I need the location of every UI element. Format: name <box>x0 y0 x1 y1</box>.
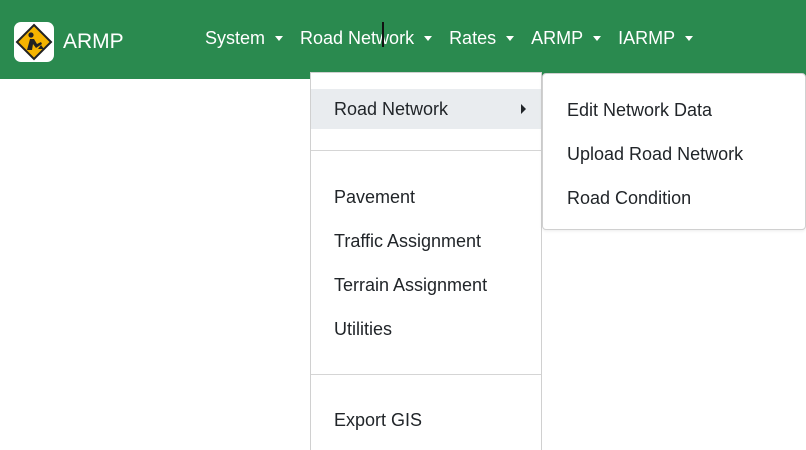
dropdown-item-label: Terrain Assignment <box>334 275 488 295</box>
nav-system-label: System <box>205 28 266 48</box>
brand-name: ARMP <box>63 30 124 53</box>
nav-road-network-label: Road Network <box>300 28 415 48</box>
top-navbar: ARMP System Road Network Rates ARMP IARM… <box>0 0 806 79</box>
nav-iarmp-label: IARMP <box>618 28 676 48</box>
caret-down-icon <box>275 36 284 41</box>
dropdown-item-pavement[interactable]: Pavement <box>311 177 541 217</box>
dropdown-item-label: Traffic Assignment <box>334 231 482 251</box>
dropdown-item-road-network[interactable]: Road Network <box>311 89 541 129</box>
nav-system[interactable]: System <box>205 28 284 49</box>
dropdown-item-export-gis[interactable]: Export GIS <box>311 400 541 440</box>
dropdown-divider <box>311 374 541 375</box>
submenu-item-road-condition[interactable]: Road Condition <box>543 178 805 218</box>
submenu-item-label: Upload Road Network <box>567 144 744 164</box>
submenu-item-edit-network-data[interactable]: Edit Network Data <box>543 90 805 130</box>
caret-down-icon <box>685 36 694 41</box>
nav-rates-label: Rates <box>449 28 497 48</box>
dropdown-item-traffic-assignment[interactable]: Traffic Assignment <box>311 221 541 261</box>
main-nav: System Road Network Rates ARMP IARMP <box>205 28 710 49</box>
submenu-item-label: Edit Network Data <box>567 100 713 120</box>
caret-right-icon <box>521 104 526 114</box>
submenu-item-upload-road-network[interactable]: Upload Road Network <box>543 134 805 174</box>
submenu-item-label: Road Condition <box>567 188 692 208</box>
dropdown-item-label: Road Network <box>334 99 449 119</box>
dropdown-divider <box>311 150 541 151</box>
road-network-submenu: Edit Network Data Upload Road Network Ro… <box>542 73 806 230</box>
caret-down-icon <box>593 36 602 41</box>
brand[interactable]: ARMP <box>14 22 124 62</box>
caret-down-icon <box>424 36 433 41</box>
dropdown-item-label: Export GIS <box>334 410 423 430</box>
dropdown-item-utilities[interactable]: Utilities <box>311 309 541 349</box>
text-cursor <box>382 22 384 47</box>
nav-iarmp[interactable]: IARMP <box>618 28 694 49</box>
nav-armp[interactable]: ARMP <box>531 28 602 49</box>
road-work-sign-icon <box>14 22 54 62</box>
nav-armp-label: ARMP <box>531 28 584 48</box>
dropdown-item-terrain-assignment[interactable]: Terrain Assignment <box>311 265 541 305</box>
road-network-dropdown: Road Network Pavement Traffic Assignment… <box>310 72 542 450</box>
nav-rates[interactable]: Rates <box>449 28 515 49</box>
dropdown-item-label: Pavement <box>334 187 416 207</box>
nav-road-network[interactable]: Road Network <box>300 28 433 49</box>
dropdown-item-label: Utilities <box>334 319 393 339</box>
caret-down-icon <box>506 36 515 41</box>
